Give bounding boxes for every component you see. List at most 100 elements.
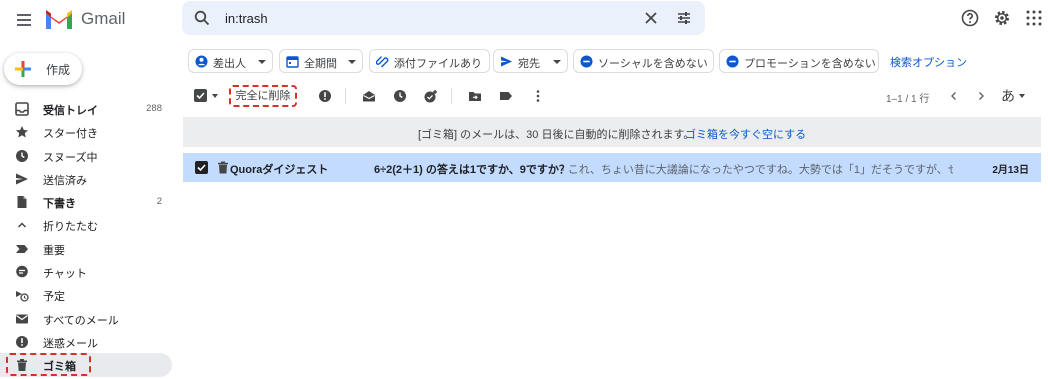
search-bar <box>182 1 705 35</box>
spam-icon <box>16 335 28 348</box>
chip-label: 差出人 <box>213 58 246 70</box>
sidebar-item-count: 288 <box>146 103 162 114</box>
star-icon <box>16 126 28 138</box>
sidebar-item-inbox[interactable]: 受信トレイ 288 <box>0 97 172 120</box>
chip-label: 全期間 <box>304 58 337 70</box>
chevron-down-icon[interactable] <box>1019 94 1025 98</box>
chip-to[interactable]: 宛先 <box>493 49 568 73</box>
chip-exclude-promotions[interactable]: プロモーションを含めない <box>719 49 879 73</box>
sidebar-item-label: スヌーズ中 <box>43 151 98 164</box>
send-icon <box>501 56 512 67</box>
toolbar-divider <box>451 88 452 104</box>
chip-from[interactable]: 差出人 <box>188 49 273 73</box>
chip-label: 宛先 <box>518 58 540 70</box>
menu-icon-bar <box>17 14 31 16</box>
pagination-text: 1–1 / 1 行 <box>886 94 930 105</box>
label-icon[interactable] <box>499 89 513 103</box>
move-to-icon[interactable] <box>468 89 482 103</box>
highlight-box-trash <box>6 353 91 376</box>
chevron-down-icon <box>553 60 561 64</box>
mail-toolbar: 完全に削除 1–1 / 1 行 あ <box>183 84 1048 108</box>
chevron-down-icon <box>258 60 266 64</box>
sidebar-item-scheduled[interactable]: 予定 <box>0 283 172 306</box>
scheduled-icon <box>16 291 29 303</box>
chip-has-attachment[interactable]: 添付ファイルあり <box>369 49 490 73</box>
app-name: Gmail <box>81 9 126 28</box>
sidebar-item-label: 重要 <box>43 244 65 257</box>
empty-trash-link[interactable]: ゴミ箱を今すぐ空にする <box>685 126 806 142</box>
report-spam-icon[interactable] <box>318 89 332 103</box>
row-checkbox[interactable] <box>195 161 208 174</box>
chip-label: ソーシャルを含めない <box>598 58 708 70</box>
gmail-logo-icon[interactable] <box>44 7 74 31</box>
check-icon <box>196 92 205 100</box>
chip-date[interactable]: 全期間 <box>279 49 363 73</box>
email-subject: 6÷2(2＋1) の答えは1ですか、9ですか？ <box>374 164 570 176</box>
search-icon[interactable] <box>194 10 210 26</box>
plus-icon <box>15 61 31 77</box>
menu-icon-bar <box>17 24 31 26</box>
attachment-icon <box>376 56 389 68</box>
toolbar-divider <box>345 88 346 104</box>
all-mail-icon <box>16 314 28 324</box>
search-input[interactable] <box>225 1 605 35</box>
add-to-tasks-icon[interactable] <box>424 89 438 103</box>
sidebar-item-label: 折りたたむ <box>43 221 98 234</box>
draft-icon <box>17 196 27 209</box>
sidebar-nav: 受信トレイ 288 スター付き スヌーズ中 送信済み 下書き 2 折りたたむ 重… <box>0 97 172 377</box>
select-all-checkbox[interactable] <box>194 89 207 102</box>
chip-exclude-social[interactable]: ソーシャルを含めない <box>573 49 714 73</box>
minus-circle-icon <box>726 55 739 68</box>
send-icon <box>16 173 28 185</box>
help-icon[interactable] <box>961 9 979 27</box>
email-snippet: - これ、ちょい昔に大議論になったやつですね。大勢では「1」だそうですが、せっ.… <box>561 164 953 176</box>
compose-button[interactable]: 作成 <box>4 53 82 85</box>
more-options-icon[interactable] <box>531 89 545 103</box>
sidebar-item-label: 受信トレイ <box>43 105 98 117</box>
chevron-right-icon[interactable] <box>974 89 988 103</box>
close-icon[interactable] <box>643 10 659 26</box>
sidebar-item-snoozed[interactable]: スヌーズ中 <box>0 144 172 167</box>
compose-label: 作成 <box>46 63 71 77</box>
sidebar-item-spam[interactable]: 迷惑メール <box>0 330 172 353</box>
search-options-link[interactable]: 検索オプション <box>890 54 967 70</box>
minus-circle-icon <box>580 55 593 68</box>
chevron-left-icon[interactable] <box>947 89 961 103</box>
sidebar-item-sent[interactable]: 送信済み <box>0 167 172 190</box>
sidebar-item-drafts[interactable]: 下書き 2 <box>0 190 172 213</box>
delete-forever-button[interactable]: 完全に削除 <box>229 85 297 107</box>
gear-icon[interactable] <box>993 9 1011 27</box>
trash-info-banner: [ゴミ箱] のメールは、30 日後に自動的に削除されます。 ゴミ箱を今すぐ空にす… <box>183 117 1041 147</box>
trash-icon <box>218 161 228 174</box>
input-tools-button[interactable]: あ <box>1001 86 1015 106</box>
sidebar-item-starred[interactable]: スター付き <box>0 120 172 143</box>
select-dropdown-caret[interactable] <box>212 94 218 98</box>
chat-icon <box>16 265 28 278</box>
snooze-icon[interactable] <box>393 89 407 103</box>
clock-icon <box>16 149 28 162</box>
sidebar-item-label: 迷惑メール <box>43 337 98 350</box>
sidebar-item-label: スター付き <box>43 128 98 141</box>
tune-icon[interactable] <box>676 10 692 26</box>
email-date: 2月13日 <box>992 165 1029 176</box>
person-icon <box>195 55 208 68</box>
chevron-down-icon <box>348 60 356 64</box>
inbox-icon <box>15 102 29 116</box>
calendar-icon <box>286 56 299 68</box>
chip-label: プロモーションを含めない <box>744 58 876 70</box>
apps-grid-icon[interactable] <box>1025 9 1043 27</box>
sidebar-item-important[interactable]: 重要 <box>0 237 172 260</box>
sidebar-item-count: 2 <box>156 196 162 208</box>
table-row[interactable]: Quoraダイジェスト 6÷2(2＋1) の答えは1ですか、9ですか？ - これ… <box>183 153 1041 182</box>
menu-icon-bar <box>17 19 31 21</box>
sidebar-item-label: すべてのメール <box>43 314 119 327</box>
mark-as-read-icon[interactable] <box>362 89 376 103</box>
check-icon <box>197 164 206 172</box>
header: Gmail <box>0 0 1048 40</box>
sidebar-item-collapse[interactable]: 折りたたむ <box>0 213 172 236</box>
email-sender: Quoraダイジェスト <box>230 164 329 176</box>
sidebar-item-label: 予定 <box>43 291 65 304</box>
main-menu-button[interactable] <box>12 8 36 32</box>
sidebar-item-all-mail[interactable]: すべてのメール <box>0 307 172 330</box>
sidebar-item-chat[interactable]: チャット <box>0 260 172 283</box>
